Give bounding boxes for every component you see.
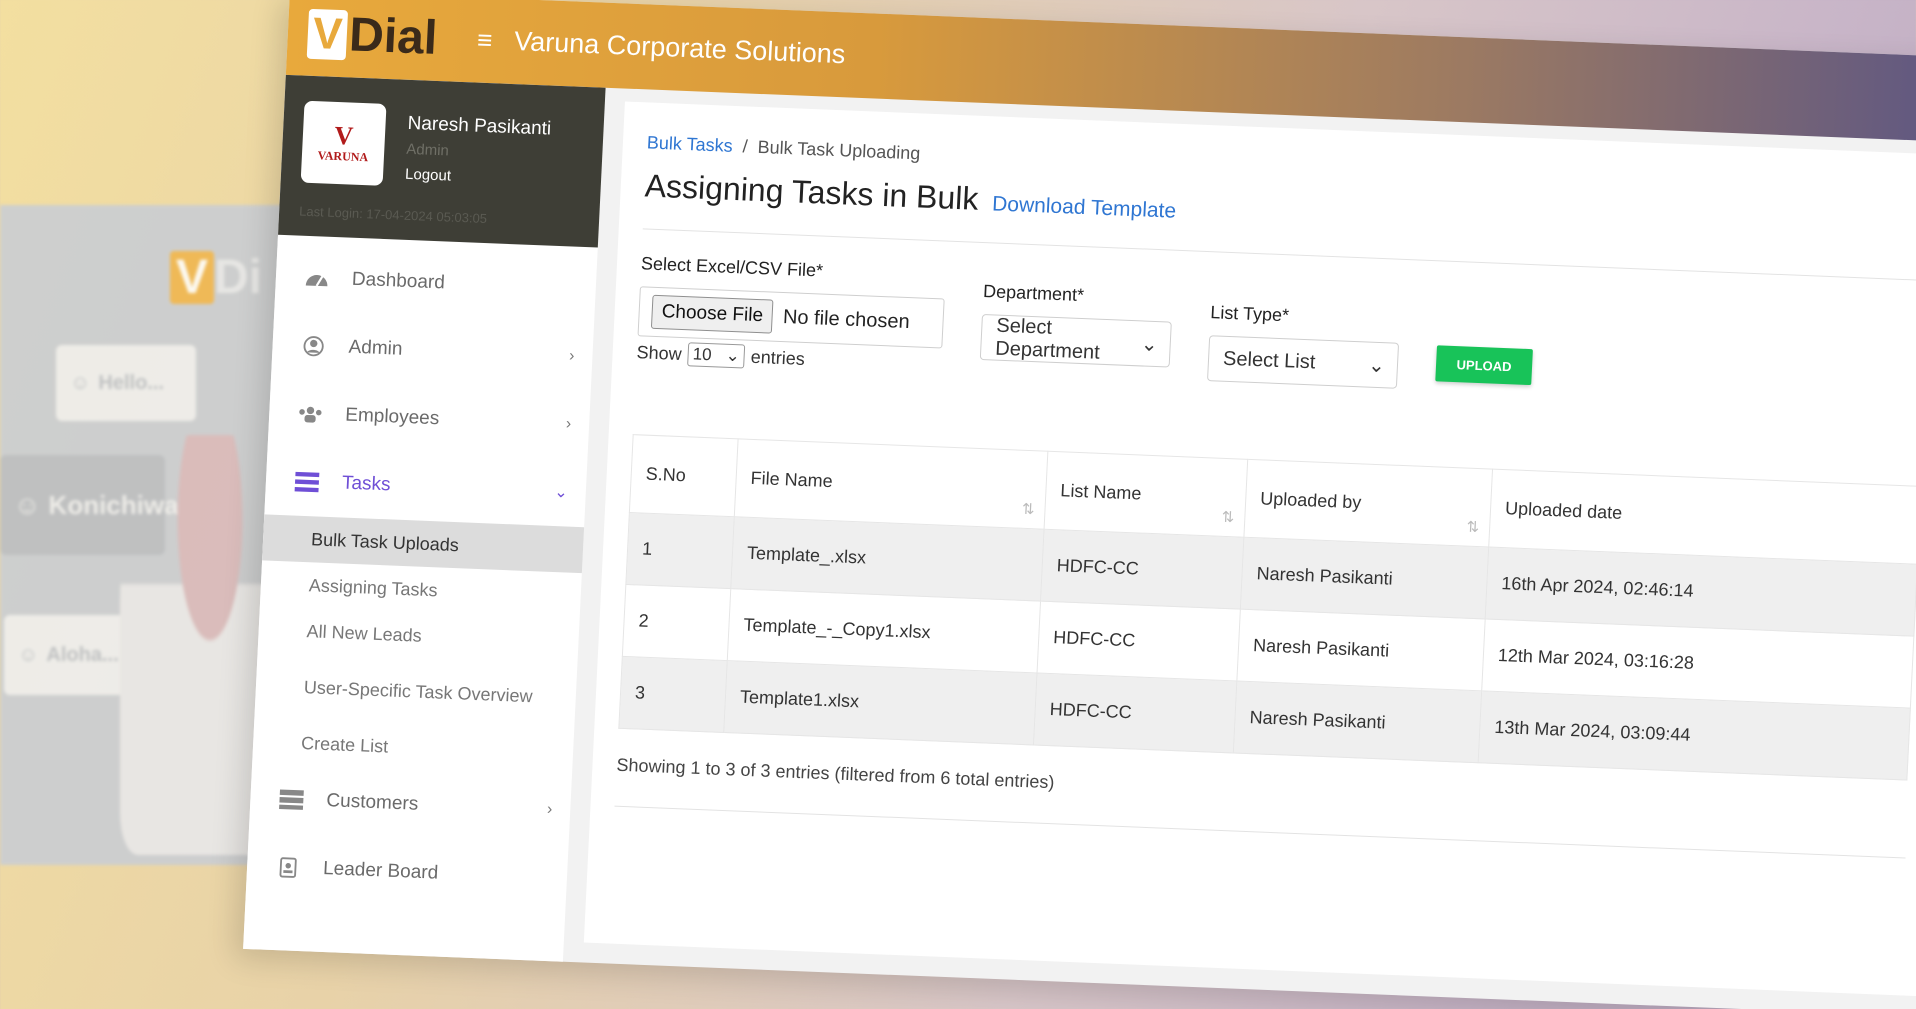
dashboard-icon: [305, 275, 328, 287]
uploads-table: S.No File Name ⇅ List Name ⇅ Uploaded by ⇅ …: [618, 434, 1916, 780]
upload-button[interactable]: UPLOAD: [1435, 345, 1533, 386]
company-name: Varuna Corporate Solutions: [513, 26, 847, 70]
company-avatar: V VARUNA: [300, 100, 387, 186]
list-type-select[interactable]: Select List ⌄: [1206, 335, 1400, 389]
sort-icon[interactable]: ⇅: [1022, 500, 1035, 518]
chevron-down-icon: ⌄: [1367, 354, 1386, 377]
profile-role: Admin: [405, 140, 450, 160]
chevron-down-icon: ⌄: [725, 345, 741, 366]
breadcrumb-bulk-tasks[interactable]: Bulk Tasks: [646, 132, 733, 155]
background-logo: V Di: [170, 250, 262, 305]
id-badge-icon: [279, 857, 297, 878]
user-circle-icon: [303, 336, 324, 357]
column-header[interactable]: Uploaded by ⇅: [1243, 459, 1493, 548]
logout-link[interactable]: Logout: [405, 166, 549, 189]
profile-name: Naresh Pasikanti: [407, 112, 552, 140]
user-icon: ☺: [14, 489, 41, 520]
entries-select[interactable]: 10 ⌄: [687, 342, 746, 369]
list-type-label: List Type*: [1209, 302, 1290, 326]
users-icon: [299, 406, 322, 423]
sidebar-nav: Dashboard Admin › Employees › Tasks ⌄ Bu…: [245, 235, 597, 913]
background-bubble: ☺ Hello...: [56, 345, 196, 421]
list-type-field: List Type* Select List ⌄: [1206, 302, 1401, 389]
column-header[interactable]: List Name ⇅: [1044, 451, 1248, 538]
download-template-link[interactable]: Download Template: [992, 192, 1177, 223]
breadcrumb-current: Bulk Task Uploading: [757, 136, 921, 164]
sidebar-item-customers[interactable]: Customers ›: [249, 764, 572, 845]
chevron-right-icon: ›: [546, 800, 553, 819]
user-icon: ☺: [70, 371, 91, 394]
chevron-right-icon: ›: [565, 415, 572, 433]
file-label: Select Excel/CSV File*: [640, 253, 824, 281]
server-icon: [279, 789, 304, 810]
department-field: Department* Select Department ⌄: [979, 281, 1174, 368]
sort-icon[interactable]: ⇅: [1466, 518, 1479, 536]
department-select[interactable]: Select Department ⌄: [979, 314, 1172, 368]
tasks-icon: [294, 471, 320, 493]
file-field: Select Excel/CSV File* Choose File No fi…: [637, 253, 947, 349]
app-window: V Dial ≡ Varuna Corporate Solutions V VAR…: [243, 0, 1916, 1009]
department-label: Department*: [982, 281, 1085, 306]
column-header[interactable]: File Name ⇅: [734, 438, 1048, 530]
app-logo[interactable]: V Dial: [306, 6, 439, 66]
chevron-right-icon: ›: [568, 347, 575, 365]
file-input[interactable]: Choose File No file chosen: [637, 286, 945, 349]
main-content: Bulk Tasks / Bulk Task Uploading Assigni…: [583, 101, 1916, 997]
chevron-down-icon: ⌄: [553, 484, 569, 502]
column-header[interactable]: S.No: [629, 434, 739, 517]
sidebar-item-admin[interactable]: Admin ›: [271, 311, 594, 392]
page-title: Assigning Tasks in Bulk: [643, 167, 980, 217]
menu-icon[interactable]: ≡: [476, 25, 493, 57]
sidebar-item-tasks[interactable]: Tasks ⌄: [264, 446, 587, 527]
sidebar-item-dashboard[interactable]: Dashboard: [274, 243, 597, 324]
sidebar: V VARUNA Naresh Pasikanti Admin Logout L…: [243, 74, 606, 962]
file-status: No file chosen: [782, 305, 911, 333]
choose-file-button[interactable]: Choose File: [650, 294, 774, 334]
sidebar-item-leader-board[interactable]: Leader Board: [245, 832, 568, 913]
background-bubble: ☺ Aloha...: [4, 615, 128, 695]
sort-icon[interactable]: ⇅: [1221, 508, 1234, 526]
user-icon: ☺: [18, 643, 39, 666]
chevron-down-icon: ⌄: [1140, 332, 1159, 356]
sidebar-item-employees[interactable]: Employees ›: [268, 379, 591, 460]
profile-panel: V VARUNA Naresh Pasikanti Admin Logout L…: [278, 74, 606, 248]
